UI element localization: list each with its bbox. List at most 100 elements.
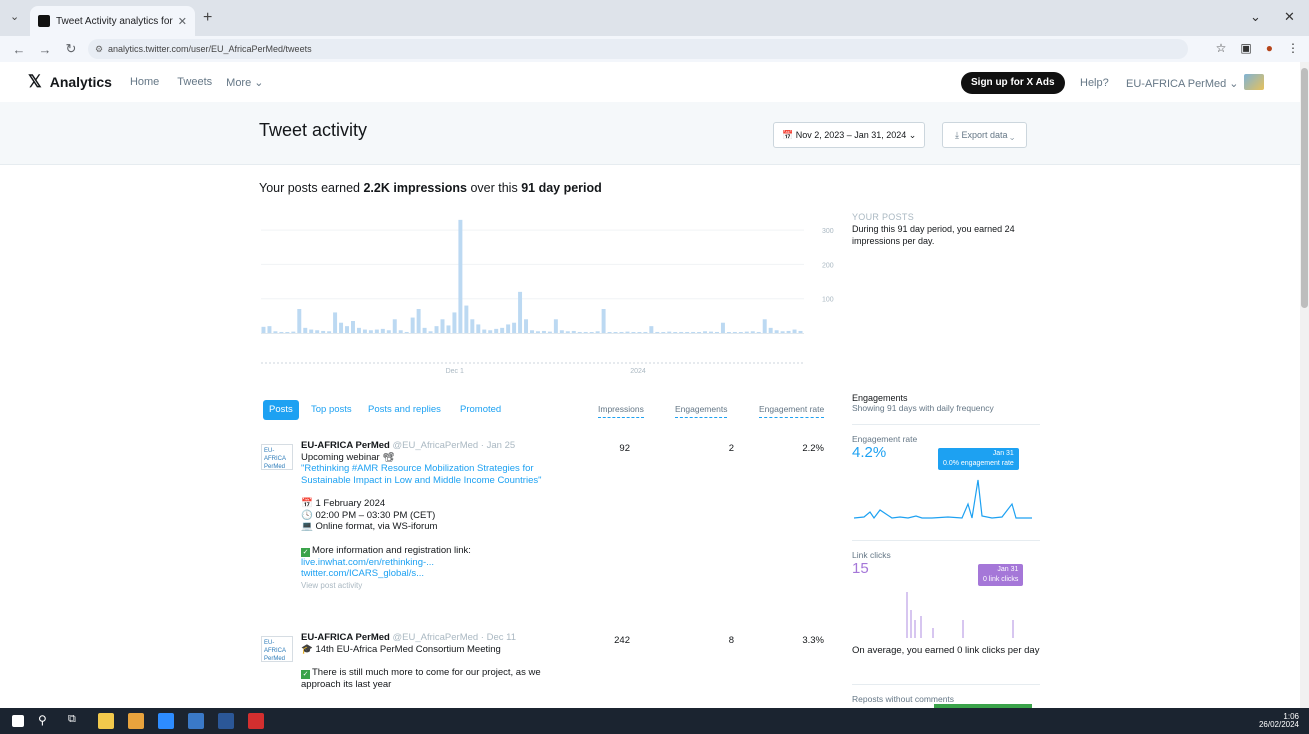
chart-bar[interactable] bbox=[261, 326, 266, 333]
chart-bar[interactable] bbox=[792, 329, 797, 333]
date-range-button[interactable]: 📅 Nov 2, 2023 – Jan 31, 2024 ⌄ bbox=[773, 122, 926, 148]
chart-bar[interactable] bbox=[535, 331, 540, 333]
chart-bar[interactable] bbox=[631, 332, 636, 333]
bookmark-star-icon[interactable]: ☆ bbox=[1216, 41, 1227, 55]
chart-bar[interactable] bbox=[416, 309, 421, 333]
chart-bar[interactable] bbox=[309, 329, 314, 333]
chart-bar[interactable] bbox=[601, 309, 606, 333]
window-close-icon[interactable]: ✕ bbox=[1284, 9, 1295, 25]
chart-bar[interactable] bbox=[738, 332, 743, 333]
edge-icon[interactable] bbox=[158, 713, 174, 729]
chrome-icon[interactable] bbox=[128, 713, 144, 729]
chart-bar[interactable] bbox=[541, 330, 546, 333]
chart-bar[interactable] bbox=[744, 331, 749, 333]
chart-bar[interactable] bbox=[583, 331, 588, 333]
chart-bar[interactable] bbox=[345, 326, 350, 333]
tab-search-icon[interactable]: ⌄ bbox=[10, 10, 19, 23]
chart-bar[interactable] bbox=[649, 326, 654, 333]
chart-bar[interactable] bbox=[303, 327, 308, 333]
chart-bar[interactable] bbox=[494, 328, 499, 333]
chart-bar[interactable] bbox=[279, 331, 284, 333]
post-link[interactable]: twitter.com/ICARS_global/s... bbox=[301, 568, 591, 580]
export-data-button[interactable]: ⤓ Export data ⌄ bbox=[942, 122, 1028, 148]
task-view-icon[interactable]: ⧉ bbox=[68, 713, 84, 729]
browser-tab[interactable]: Tweet Activity analytics for EU… ✕ bbox=[30, 6, 195, 36]
chart-bar[interactable] bbox=[637, 332, 642, 333]
view-post-activity-link[interactable]: View post activity bbox=[301, 580, 591, 592]
chart-bar[interactable] bbox=[339, 322, 344, 333]
chart-bar[interactable] bbox=[720, 322, 725, 333]
close-tab-icon[interactable]: ✕ bbox=[178, 15, 187, 28]
url-field[interactable]: ⚙ analytics.twitter.com/user/EU_AfricaPe… bbox=[88, 39, 1188, 59]
chart-bar[interactable] bbox=[571, 330, 576, 333]
account-avatar[interactable] bbox=[1244, 74, 1264, 90]
chart-bar[interactable] bbox=[559, 330, 564, 333]
minimize-icon[interactable]: ⌄ bbox=[1250, 9, 1261, 25]
acrobat-icon[interactable] bbox=[248, 713, 264, 729]
chart-bar[interactable] bbox=[500, 327, 505, 333]
chart-bar[interactable] bbox=[351, 321, 355, 333]
outlook-icon[interactable] bbox=[188, 713, 204, 729]
tab-promoted[interactable]: Promoted bbox=[460, 400, 501, 420]
chart-bar[interactable] bbox=[530, 330, 534, 333]
back-icon[interactable]: ← bbox=[12, 42, 26, 57]
chart-bar[interactable] bbox=[613, 332, 618, 333]
chart-bar[interactable] bbox=[691, 331, 696, 333]
scrollbar-thumb[interactable] bbox=[1301, 68, 1308, 308]
chart-bar[interactable] bbox=[512, 322, 517, 333]
search-icon[interactable]: ⚲ bbox=[38, 713, 54, 729]
chart-bar[interactable] bbox=[595, 331, 600, 333]
chart-bar[interactable] bbox=[273, 331, 278, 333]
chart-bar[interactable] bbox=[774, 330, 779, 333]
chart-bar[interactable] bbox=[368, 330, 373, 333]
chart-bar[interactable] bbox=[422, 327, 427, 333]
chart-bar[interactable] bbox=[643, 331, 648, 333]
nav-home[interactable]: Home bbox=[130, 76, 159, 88]
chart-bar[interactable] bbox=[714, 331, 719, 333]
chart-bar[interactable] bbox=[410, 317, 415, 333]
page-scrollbar[interactable] bbox=[1300, 62, 1309, 708]
chart-bar[interactable] bbox=[446, 325, 451, 333]
chart-bar[interactable] bbox=[768, 327, 773, 333]
brand-label[interactable]: Analytics bbox=[50, 74, 112, 90]
post-author[interactable]: EU-AFRICA PerMed bbox=[301, 440, 390, 451]
windows-start-icon[interactable] bbox=[12, 715, 24, 727]
chart-bar[interactable] bbox=[607, 332, 612, 333]
post-author[interactable]: EU-AFRICA PerMed bbox=[301, 632, 390, 643]
post-row[interactable]: EU-AFRICA PerMed EU-AFRICA PerMed @EU_Af… bbox=[259, 440, 834, 610]
chart-bar[interactable] bbox=[625, 331, 630, 333]
post-row[interactable]: EU-AFRICA PerMed EU-AFRICA PerMed @EU_Af… bbox=[259, 632, 834, 708]
chart-bar[interactable] bbox=[315, 330, 320, 333]
chart-bar[interactable] bbox=[297, 309, 302, 333]
chart-bar[interactable] bbox=[506, 324, 511, 333]
tab-posts-and-replies[interactable]: Posts and replies bbox=[368, 400, 441, 420]
chart-bar[interactable] bbox=[655, 331, 660, 333]
chart-bar[interactable] bbox=[398, 330, 403, 333]
chart-bar[interactable] bbox=[786, 330, 791, 333]
sidepanel-icon[interactable]: ▣ bbox=[1240, 41, 1251, 55]
col-engagements[interactable]: Engagements bbox=[675, 404, 728, 418]
signup-ads-button[interactable]: Sign up for X Ads bbox=[961, 72, 1065, 94]
help-link[interactable]: Help? bbox=[1080, 77, 1109, 89]
chart-bar[interactable] bbox=[524, 319, 529, 333]
chart-bar[interactable] bbox=[291, 331, 296, 333]
reload-icon[interactable]: ↻ bbox=[64, 41, 78, 57]
chart-bar[interactable] bbox=[476, 324, 481, 333]
word-icon[interactable] bbox=[218, 713, 234, 729]
profile-icon[interactable]: ● bbox=[1266, 41, 1273, 55]
chart-bar[interactable] bbox=[488, 330, 493, 333]
chart-bar[interactable] bbox=[356, 327, 361, 333]
browser-menu-icon[interactable]: ⋮ bbox=[1287, 41, 1299, 55]
chart-bar[interactable] bbox=[762, 319, 767, 333]
chart-bar[interactable] bbox=[285, 332, 290, 333]
site-info-icon[interactable]: ⚙ bbox=[95, 39, 103, 59]
chart-bar[interactable] bbox=[321, 330, 326, 333]
chart-bar[interactable] bbox=[577, 331, 582, 333]
chart-bar[interactable] bbox=[685, 332, 690, 333]
chart-bar[interactable] bbox=[619, 331, 624, 333]
chart-bar[interactable] bbox=[380, 328, 385, 333]
chart-bar[interactable] bbox=[798, 330, 803, 333]
nav-tweets[interactable]: Tweets bbox=[177, 76, 212, 88]
chart-bar[interactable] bbox=[518, 291, 523, 333]
nav-more[interactable]: More ⌄ bbox=[226, 76, 263, 89]
